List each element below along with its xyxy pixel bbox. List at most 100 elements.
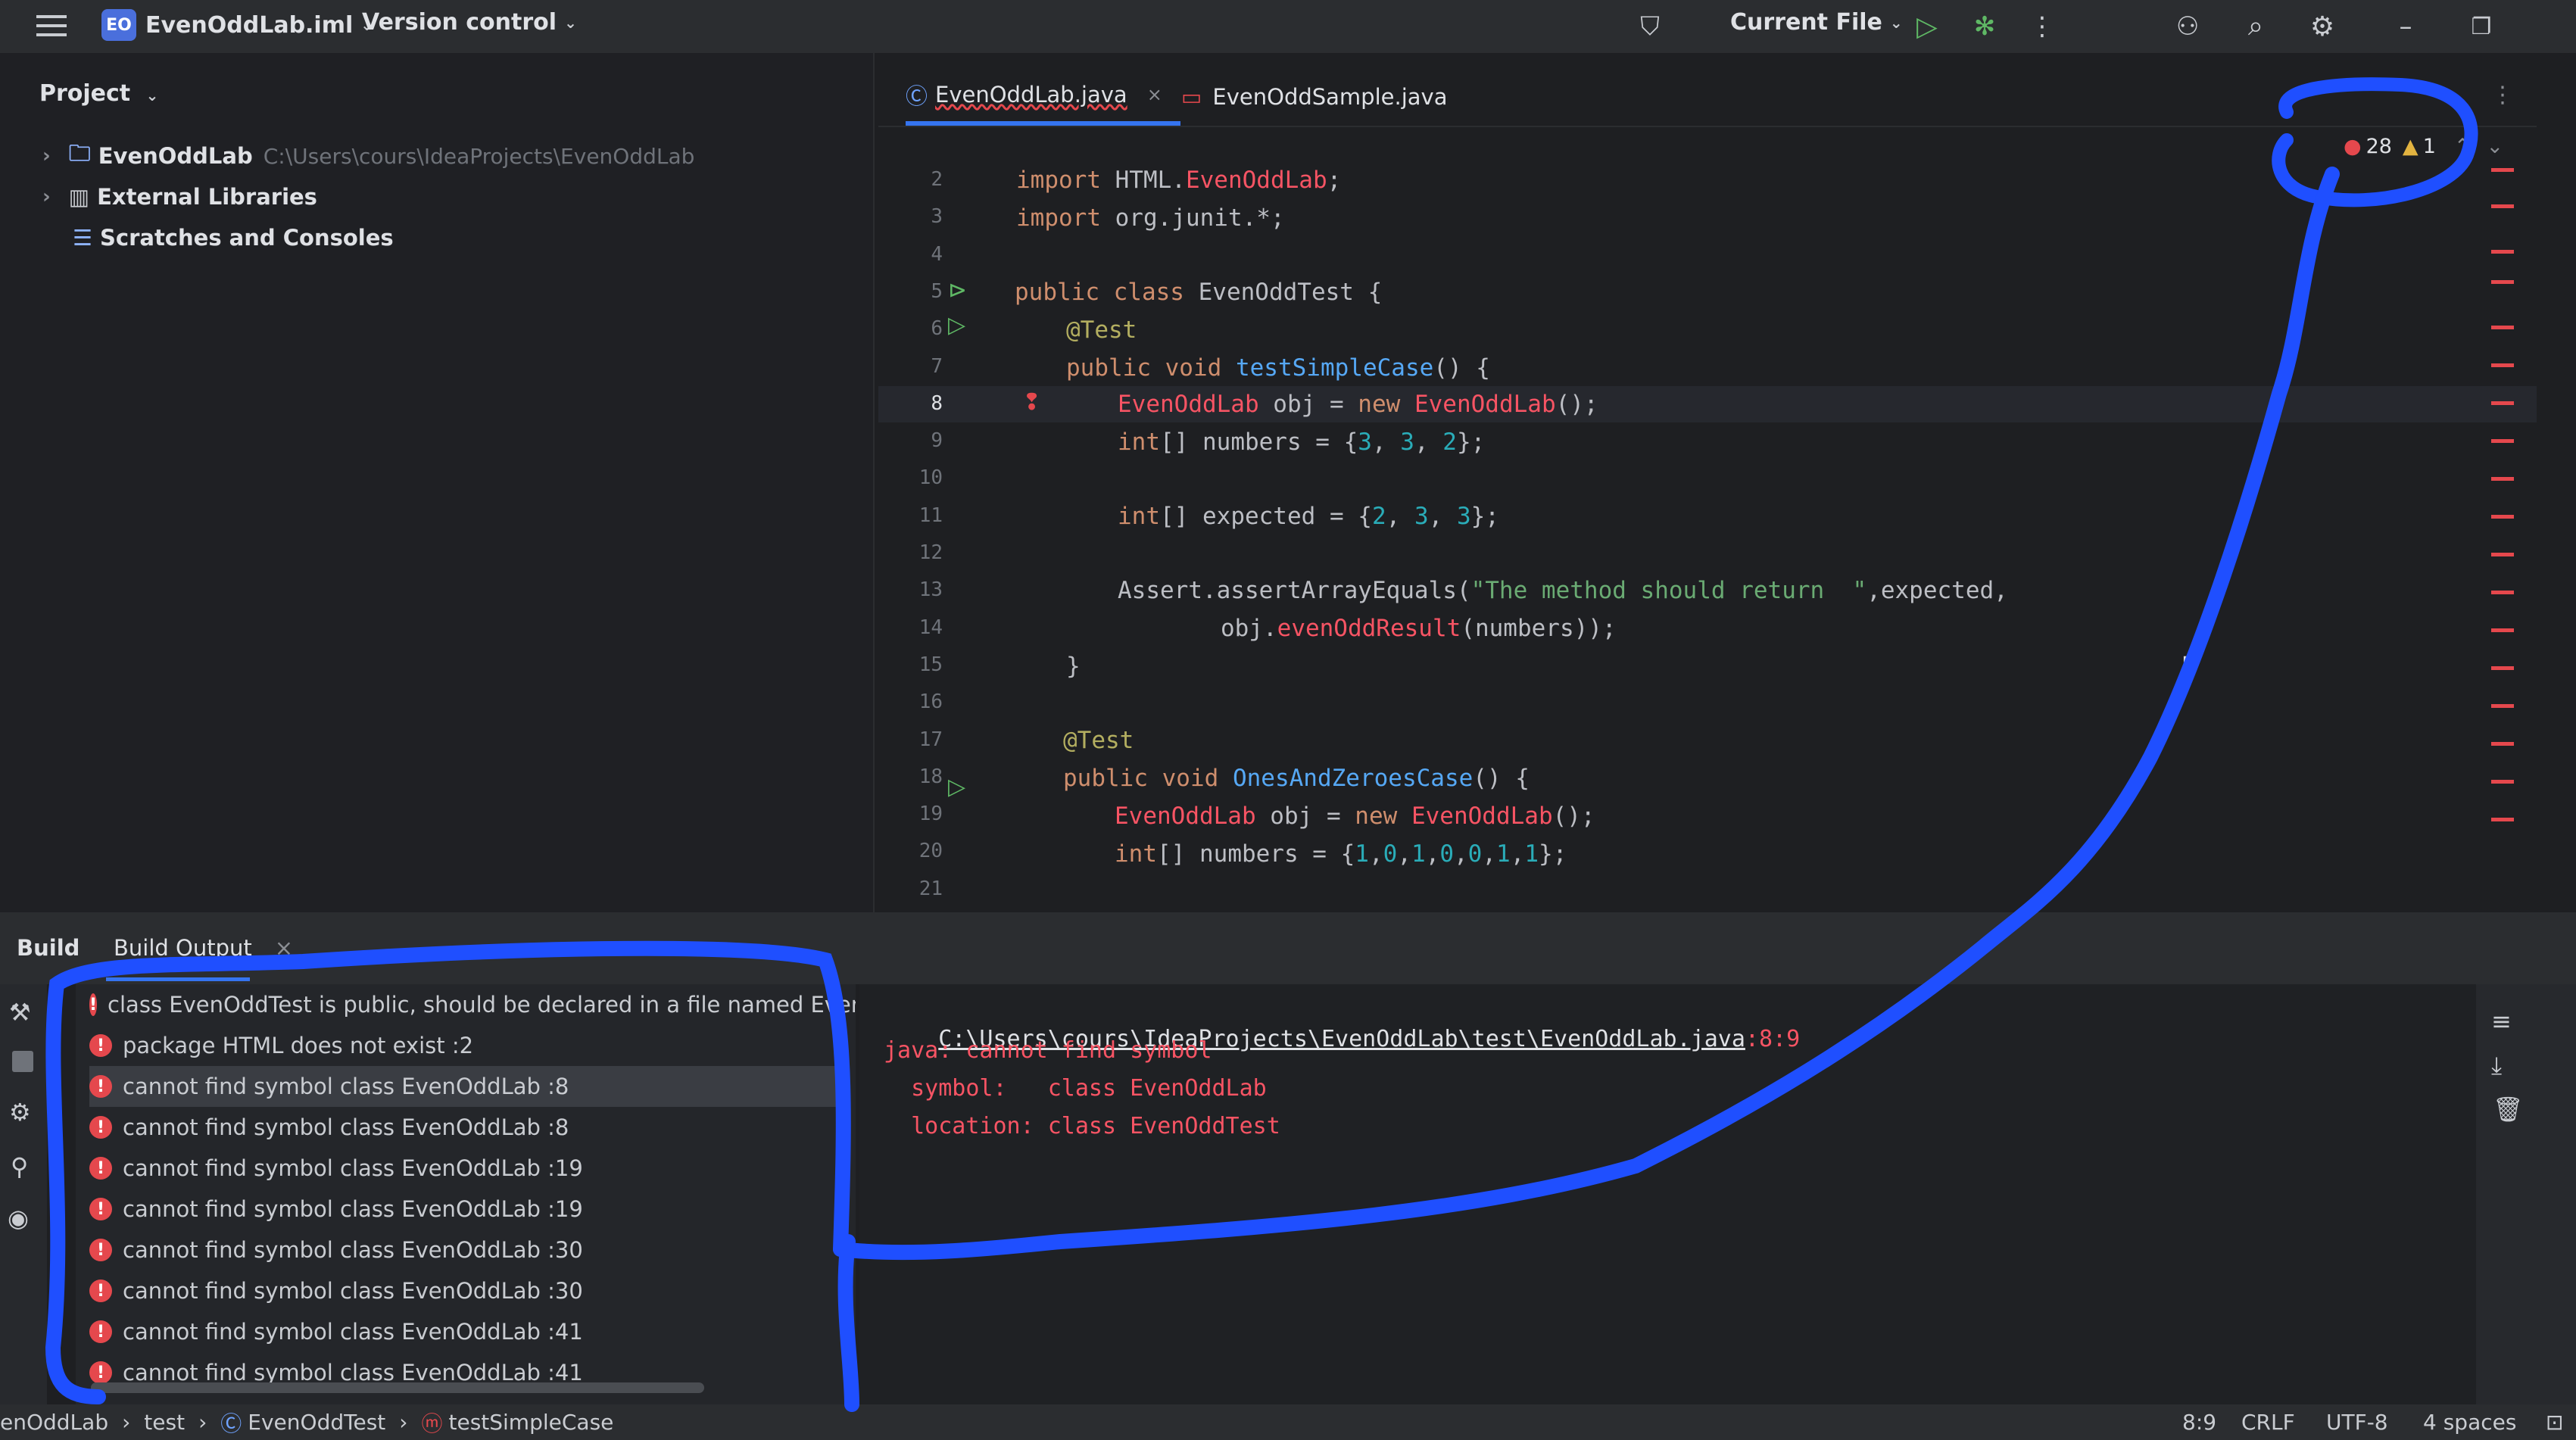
list-item[interactable]: ! cannot find symbol class EvenOddLab :8 [89, 1066, 847, 1107]
list-item[interactable]: ! package HTML does not exist :2 [89, 1025, 847, 1066]
code-line: import HTML.EvenOddLab; [1016, 167, 1342, 194]
run-icon[interactable]: ▷ [1907, 6, 1948, 47]
tab-evenoddlab-java[interactable]: Ⓒ EvenOddLab.java × [906, 68, 1180, 126]
error-stripe-mark[interactable] [2491, 515, 2514, 519]
line-number: 21 [918, 877, 943, 900]
soft-wrap-icon[interactable]: ≡ [2491, 1007, 2512, 1036]
error-stripe-mark[interactable] [2491, 363, 2514, 367]
run-class-icon[interactable]: ⊳ [948, 277, 967, 304]
error-stripe-mark[interactable] [2491, 553, 2514, 556]
pin-icon[interactable]: ⚲ [11, 1152, 28, 1181]
breadcrumb-item[interactable]: test [144, 1410, 185, 1435]
code-line: import org.junit.*; [1016, 204, 1285, 232]
chevron-down-icon[interactable]: ⌄ [2487, 135, 2504, 158]
indent-setting[interactable]: 4 spaces [2423, 1404, 2516, 1440]
breadcrumb: enOddLab › test › Ⓒ EvenOddTest › ⓜ test… [0, 1407, 613, 1438]
error-stripe-mark[interactable] [2491, 742, 2514, 746]
project-panel-title: Project [39, 80, 131, 107]
list-item[interactable]: ! cannot find symbol class EvenOddLab :30 [89, 1230, 847, 1270]
line-number: 11 [918, 503, 943, 527]
stop-icon[interactable] [12, 1051, 33, 1072]
tree-item-scratches[interactable]: ☰ Scratches and Consoles [73, 220, 394, 256]
restore-icon[interactable]: ❐ [2461, 6, 2502, 47]
tab-build-output[interactable]: Build Output × [114, 935, 293, 961]
error-stripe-mark[interactable] [2491, 401, 2514, 405]
tab-evenoddsample-java[interactable]: ▭ EvenOddSample.java [1181, 68, 1447, 126]
trash-icon[interactable]: 🗑 [2493, 1095, 2524, 1124]
run-test-icon[interactable]: ▷ [948, 774, 965, 800]
debug-icon[interactable]: ✻ [1964, 6, 2005, 47]
error-icon: ! [89, 1279, 112, 1302]
error-stripe-mark[interactable] [2491, 704, 2514, 708]
error-position: :8:9 [1745, 1026, 1801, 1052]
eye-icon[interactable]: ◉ [8, 1204, 29, 1233]
error-stripe-mark[interactable] [2491, 666, 2514, 670]
caret-position[interactable]: 8:9 [2182, 1404, 2216, 1440]
scroll-to-end-icon[interactable]: ⤓ [2491, 1051, 2502, 1080]
error-count: 28 [2365, 134, 2392, 158]
more-icon[interactable]: ⋮ [2022, 6, 2063, 47]
project-badge: EO [101, 9, 136, 41]
run-test-icon[interactable]: ▷ [948, 312, 965, 338]
line-separator[interactable]: CRLF [2241, 1404, 2295, 1440]
search-icon[interactable]: ⌕ [2235, 6, 2276, 47]
run-config-selector[interactable]: Current File ⌄ [1730, 9, 1903, 36]
vcs-label: Version control [362, 9, 557, 36]
build-item-label: cannot find symbol class EvenOddLab :19 [123, 1196, 583, 1222]
main-menu-icon[interactable] [36, 15, 67, 38]
error-stripe-mark[interactable] [2491, 780, 2514, 784]
build-item-label: cannot find symbol class EvenOddLab :30 [123, 1278, 583, 1304]
tab-build[interactable]: Build [17, 935, 80, 961]
gear-icon[interactable]: ⚙ [2302, 6, 2343, 47]
build-messages-list[interactable]: ! class EvenOddTest is public, should be … [76, 984, 856, 1404]
chevron-up-icon[interactable]: ⌃ [2454, 135, 2472, 158]
project-switcher[interactable]: EO EvenOddLab.iml ⌄ [101, 9, 373, 41]
add-user-icon[interactable]: ⚇ [2167, 6, 2208, 47]
lock-icon[interactable]: ⊡ [2546, 1404, 2563, 1440]
hammer-icon[interactable]: ⚒ [9, 998, 31, 1027]
chevron-right-icon[interactable]: › [42, 185, 51, 208]
close-icon[interactable]: × [1147, 84, 1162, 105]
error-stripe-mark[interactable] [2491, 628, 2514, 632]
error-stripe-mark[interactable] [2491, 204, 2514, 208]
list-item[interactable]: ! cannot find symbol class EvenOddLab :30 [89, 1270, 847, 1311]
gear-icon[interactable]: ⚙ [9, 1098, 31, 1127]
error-stripe-mark[interactable] [2491, 280, 2514, 284]
error-stripe-mark[interactable] [2491, 818, 2514, 821]
error-stripe-mark[interactable] [2491, 168, 2514, 172]
tree-item-label: Scratches and Consoles [100, 225, 394, 251]
tab-options-icon[interactable]: ⋮ [2491, 82, 2514, 108]
chevron-right-icon: › [198, 1410, 207, 1435]
list-item[interactable]: ! cannot find symbol class EvenOddLab :19 [89, 1189, 847, 1230]
error-stripe-mark[interactable] [2491, 250, 2514, 254]
horizontal-scrollbar[interactable] [91, 1382, 704, 1393]
list-item[interactable]: ! cannot find symbol class EvenOddLab :41 [89, 1311, 847, 1352]
error-stripe-mark[interactable] [2491, 439, 2514, 443]
list-item[interactable]: ! cannot find symbol class EvenOddLab :8 [89, 1107, 847, 1148]
breadcrumb-item[interactable]: testSimpleCase [448, 1410, 613, 1435]
code-editor[interactable]: 2 3 4 5 6 7 8 9 10 11 12 13 14 15 16 17 18 19 20 21 ● 28 ▲ … [878, 129, 2537, 909]
minimize-icon[interactable]: – [2385, 6, 2426, 47]
tree-item-evenoddlab[interactable]: › 🗀 EvenOddLab C:\Users\cours\IdeaProjec… [42, 138, 694, 174]
breadcrumb-item[interactable]: EvenOddTest [248, 1410, 385, 1435]
file-encoding[interactable]: UTF-8 [2326, 1404, 2388, 1440]
error-stripe-mark[interactable] [2491, 477, 2514, 481]
project-panel-header[interactable]: Project ⌄ [39, 80, 158, 107]
error-icon: ! [89, 1361, 112, 1384]
inspection-widget[interactable]: ● 28 ▲ 1 ⌃ ⌄ [2344, 129, 2503, 164]
error-stripe-mark[interactable] [2491, 591, 2514, 594]
shield-icon[interactable]: ⛉ [1629, 6, 1670, 47]
error-icon: ! [89, 1198, 112, 1220]
intention-bulb-icon[interactable]: ❢ [1022, 389, 1041, 416]
error-stripe-mark[interactable] [2491, 326, 2514, 329]
tree-item-external-libraries[interactable]: › ▥ External Libraries [42, 179, 317, 215]
line-number: 2 [931, 168, 943, 191]
chevron-right-icon[interactable]: › [42, 145, 51, 167]
code-line: int[] expected = {2, 3, 3}; [1118, 503, 1499, 530]
breadcrumb-item[interactable]: enOddLab [0, 1410, 108, 1435]
list-item[interactable]: ! class EvenOddTest is public, should be … [89, 984, 856, 1025]
vcs-widget[interactable]: Version control ⌄ [362, 9, 577, 36]
code-line: public void OnesAndZeroesCase() { [1063, 765, 1530, 792]
list-item[interactable]: ! cannot find symbol class EvenOddLab :19 [89, 1148, 847, 1189]
close-icon[interactable]: × [275, 935, 293, 961]
